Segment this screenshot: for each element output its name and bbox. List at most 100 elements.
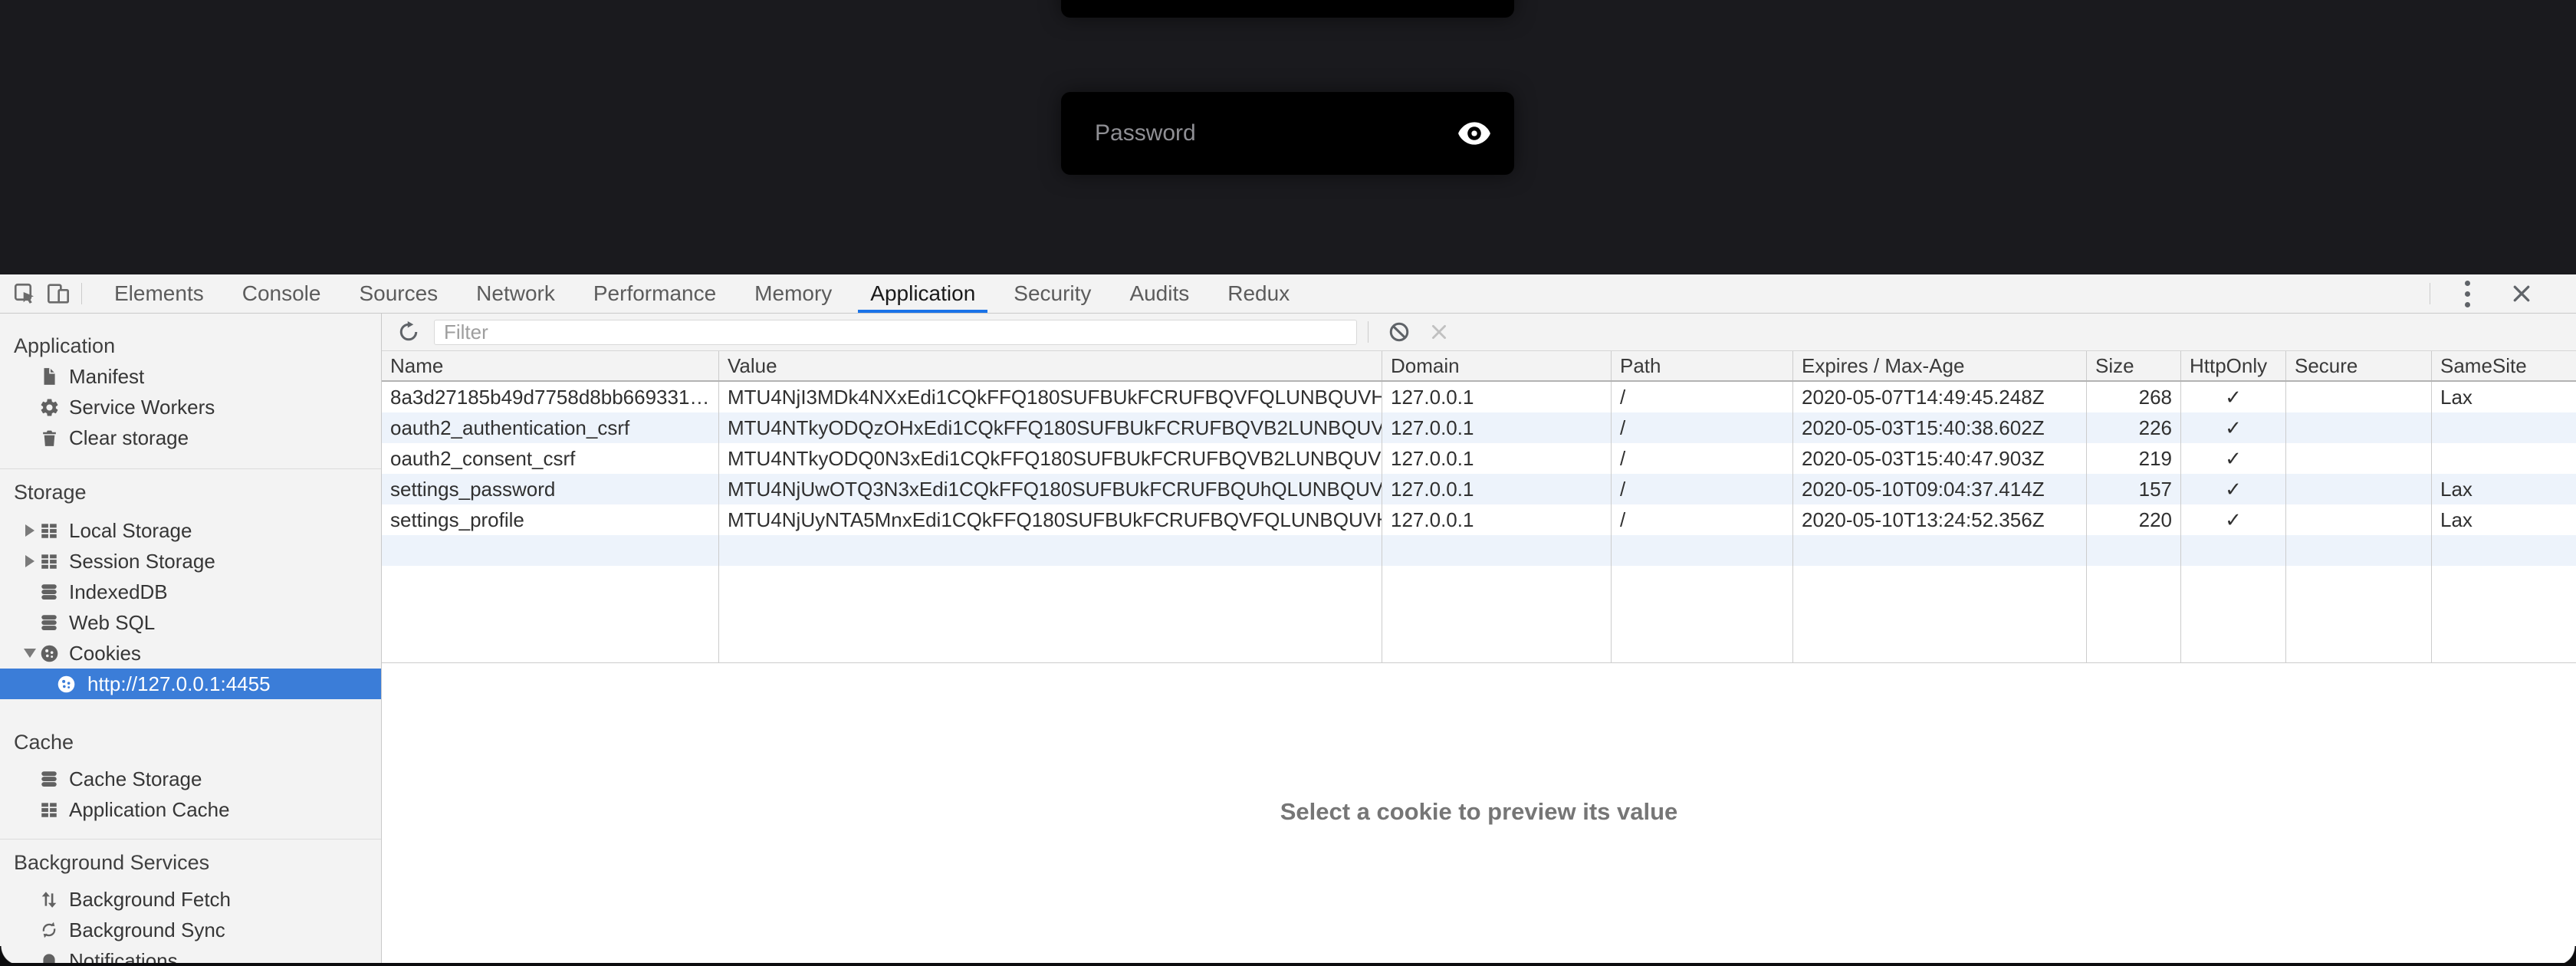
sidebar-section-cache: Cache [0, 727, 381, 757]
sidebar-divider [0, 839, 381, 840]
application-sidebar: Application Manifest [0, 314, 382, 966]
cookie-value[interactable]: MTU4NTkyODQ0N3xEdi1CQkFFQ180SUFBUkFCRUFB… [719, 443, 1382, 474]
cookie-secure [2286, 382, 2432, 412]
column-header-size[interactable]: Size [2087, 351, 2181, 380]
column-header-samesite[interactable]: SameSite [2432, 351, 2576, 380]
cookie-size: 219 [2087, 443, 2181, 474]
sidebar-item-label: Session Storage [69, 550, 215, 573]
sidebar-item-local-storage[interactable]: Local Storage [0, 515, 381, 546]
tab-sources[interactable]: Sources [357, 274, 439, 313]
sidebar-item-application-cache[interactable]: Application Cache [0, 794, 381, 825]
clear-filter-icon[interactable] [1429, 322, 1449, 342]
cookie-value[interactable]: MTU4NjUyNTA5MnxEdi1CQkFFQ180SUFBUkFCRUFB… [719, 504, 1382, 535]
tab-redux[interactable]: Redux [1226, 274, 1291, 313]
cookie-preview-area: Select a cookie to preview its value [382, 663, 2576, 966]
sidebar-item-background-fetch[interactable]: Background Fetch [0, 884, 381, 915]
cookie-name[interactable]: settings_profile [382, 504, 719, 535]
cookie-name[interactable]: 8a3d27185b49d7758d8bb669331… [382, 382, 719, 412]
column-header-value[interactable]: Value [719, 351, 1382, 380]
tab-elements[interactable]: Elements [113, 274, 205, 313]
sidebar-item-cache-storage[interactable]: Cache Storage [0, 764, 381, 794]
cookie-row[interactable]: oauth2_consent_csrf MTU4NTkyODQ0N3xEdi1C… [382, 443, 2576, 474]
sidebar-item-background-sync[interactable]: Background Sync [0, 915, 381, 945]
cookie-row[interactable]: 8a3d27185b49d7758d8bb669331… MTU4NjI3MDk… [382, 382, 2576, 412]
inspect-element-icon[interactable] [8, 277, 41, 310]
tab-audits[interactable]: Audits [1128, 274, 1191, 313]
cookie-path: / [1612, 382, 1793, 412]
sidebar-item-cookie-host-selected[interactable]: http://127.0.0.1:4455 [0, 669, 381, 699]
column-header-secure[interactable]: Secure [2286, 351, 2432, 380]
cookie-value[interactable]: MTU4NjI3MDk4NXxEdi1CQkFFQ180SUFBUkFCRUFB… [719, 382, 1382, 412]
sidebar-item-session-storage[interactable]: Session Storage [0, 546, 381, 577]
cookie-icon [38, 642, 60, 664]
show-password-eye-icon[interactable] [1457, 120, 1491, 146]
column-header-name[interactable]: Name [382, 351, 719, 380]
sidebar-item-manifest[interactable]: Manifest [0, 361, 381, 392]
block-cookies-icon[interactable] [1388, 320, 1411, 343]
cookie-path: / [1612, 443, 1793, 474]
tab-console[interactable]: Console [241, 274, 323, 313]
sidebar-item-label: Manifest [69, 365, 144, 389]
sidebar-item-label: Application Cache [69, 798, 230, 822]
cookie-preview-message: Select a cookie to preview its value [1280, 798, 1678, 826]
cookie-httponly: ✓ [2181, 443, 2286, 474]
tab-application[interactable]: Application [869, 274, 977, 313]
sidebar-item-label: Service Workers [69, 396, 215, 419]
username-input[interactable] [1061, 0, 1514, 18]
tab-memory[interactable]: Memory [753, 274, 833, 313]
cookie-expires: 2020-05-03T15:40:47.903Z [1793, 443, 2087, 474]
cookie-name[interactable]: oauth2_consent_csrf [382, 443, 719, 474]
cookie-name[interactable]: settings_password [382, 474, 719, 504]
cookies-toolbar [382, 314, 2576, 351]
column-header-path[interactable]: Path [1612, 351, 1793, 380]
password-input[interactable] [1093, 120, 1457, 147]
cookie-row[interactable]: settings_password MTU4NjUwOTQ3N3xEdi1CQk… [382, 474, 2576, 504]
cookie-samesite: Lax [2432, 504, 2576, 535]
column-header-httponly[interactable]: HttpOnly [2181, 351, 2286, 380]
sidebar-item-cookies[interactable]: Cookies [0, 638, 381, 669]
column-header-expires[interactable]: Expires / Max-Age [1793, 351, 2087, 380]
expand-arrow-icon[interactable] [21, 524, 38, 537]
cookie-path: / [1612, 412, 1793, 443]
storage-grid-icon [38, 799, 60, 820]
devtools-menu-icon[interactable] [2464, 278, 2470, 310]
cookie-expires: 2020-05-07T14:49:45.248Z [1793, 382, 2087, 412]
cookie-path: / [1612, 474, 1793, 504]
sidebar-item-clear-storage[interactable]: Clear storage [0, 422, 381, 453]
cookie-size: 226 [2087, 412, 2181, 443]
cookie-samesite [2432, 443, 2576, 474]
cookie-domain: 127.0.0.1 [1382, 412, 1612, 443]
tab-performance[interactable]: Performance [592, 274, 718, 313]
column-header-domain[interactable]: Domain [1382, 351, 1612, 380]
sidebar-item-indexeddb[interactable]: IndexedDB [0, 577, 381, 607]
tab-security[interactable]: Security [1012, 274, 1092, 313]
cookie-value[interactable]: MTU4NjUwOTQ3N3xEdi1CQkFFQ180SUFBUkFCRUFB… [719, 474, 1382, 504]
expand-arrow-icon[interactable] [21, 555, 38, 567]
cookie-name[interactable]: oauth2_authentication_csrf [382, 412, 719, 443]
password-field[interactable] [1061, 92, 1514, 175]
device-toolbar-icon[interactable] [41, 277, 75, 310]
devtools-close-icon[interactable] [2510, 282, 2533, 305]
tab-network[interactable]: Network [475, 274, 557, 313]
sidebar-item-label: Background Fetch [69, 888, 231, 912]
cookie-size: 268 [2087, 382, 2181, 412]
cookie-row[interactable]: oauth2_authentication_csrf MTU4NTkyODQzO… [382, 412, 2576, 443]
cookie-row[interactable]: settings_profile MTU4NjUyNTA5MnxEdi1CQkF… [382, 504, 2576, 535]
trash-icon [38, 427, 60, 449]
cookie-domain: 127.0.0.1 [1382, 382, 1612, 412]
empty-table-row [382, 535, 2576, 566]
refresh-icon[interactable] [397, 320, 420, 343]
gear-icon [38, 396, 60, 418]
cookie-secure [2286, 474, 2432, 504]
sidebar-item-service-workers[interactable]: Service Workers [0, 392, 381, 422]
cookie-icon [55, 673, 77, 695]
cookie-httponly: ✓ [2181, 412, 2286, 443]
storage-grid-icon [38, 550, 60, 572]
screenshot-root: Elements Console Sources Network Perform… [0, 0, 2576, 966]
devtools-tabbar: Elements Console Sources Network Perform… [0, 274, 2576, 314]
sidebar-item-web-sql[interactable]: Web SQL [0, 607, 381, 638]
cookie-filter-input[interactable] [434, 320, 1357, 345]
cookie-value[interactable]: MTU4NTkyODQzOHxEdi1CQkFFQ180SUFBUkFCRUFB… [719, 412, 1382, 443]
cookie-domain: 127.0.0.1 [1382, 443, 1612, 474]
collapse-arrow-icon[interactable] [21, 649, 38, 658]
